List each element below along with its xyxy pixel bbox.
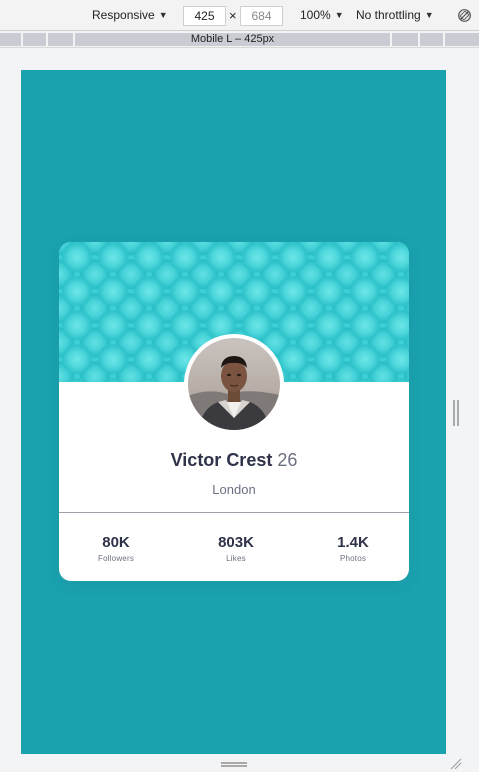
profile-name-row: Victor Crest 26 — [59, 450, 409, 471]
stat-label: Likes — [226, 554, 246, 563]
width-input[interactable]: 425 — [183, 6, 226, 26]
caret-down-icon: ▼ — [334, 10, 344, 20]
stat-likes: 803K Likes — [181, 534, 291, 563]
avatar — [184, 334, 284, 434]
device-viewport: Victor Crest 26 London 80K Followers 803K… — [21, 70, 446, 754]
stat-label: Photos — [339, 554, 367, 563]
caret-down-icon: ▼ — [158, 10, 168, 20]
caret-down-icon: ▼ — [424, 10, 434, 20]
media-query-bar: Mobile L – 425px — [0, 31, 479, 48]
side-resize-handle[interactable] — [453, 400, 459, 426]
stat-value: 80K — [102, 534, 130, 551]
profile-name: Victor Crest — [170, 450, 273, 470]
media-query-segment[interactable] — [445, 33, 479, 46]
profile-city: London — [212, 482, 256, 497]
media-query-segment[interactable] — [48, 33, 73, 46]
media-query-segment[interactable] — [420, 33, 443, 46]
device-select[interactable]: Responsive ▼ — [92, 8, 168, 22]
stat-value: 803K — [218, 534, 254, 551]
media-query-label[interactable]: Mobile L – 425px — [75, 33, 390, 46]
media-query-segment[interactable] — [0, 33, 21, 46]
media-query-segment[interactable] — [392, 33, 418, 46]
media-query-segment[interactable] — [23, 33, 46, 46]
device-select-label: Responsive — [92, 8, 155, 22]
rotate-icon[interactable] — [457, 8, 472, 23]
stat-label: Followers — [97, 554, 135, 563]
height-input[interactable]: 684 — [240, 6, 283, 26]
stat-value: 1.4K — [337, 534, 369, 551]
device-toolbar: Responsive ▼ 425 × 684 100% ▼ No throttl… — [0, 0, 479, 31]
divider — [59, 512, 409, 513]
avatar-photo — [188, 338, 280, 430]
dimension-separator: × — [229, 8, 237, 23]
profile-card: Victor Crest 26 London 80K Followers 803K… — [59, 242, 409, 581]
stat-followers: 80K Followers — [61, 534, 171, 563]
throttling-select[interactable]: No throttling ▼ — [356, 8, 434, 22]
profile-age: 26 — [277, 450, 298, 470]
resize-handle-icon[interactable] — [450, 758, 462, 770]
zoom-select-label: 100% — [300, 8, 331, 22]
throttling-select-label: No throttling — [356, 8, 421, 22]
stat-photos: 1.4K Photos — [298, 534, 408, 563]
zoom-select[interactable]: 100% ▼ — [300, 8, 344, 22]
bottom-resize-handle[interactable] — [221, 762, 247, 767]
